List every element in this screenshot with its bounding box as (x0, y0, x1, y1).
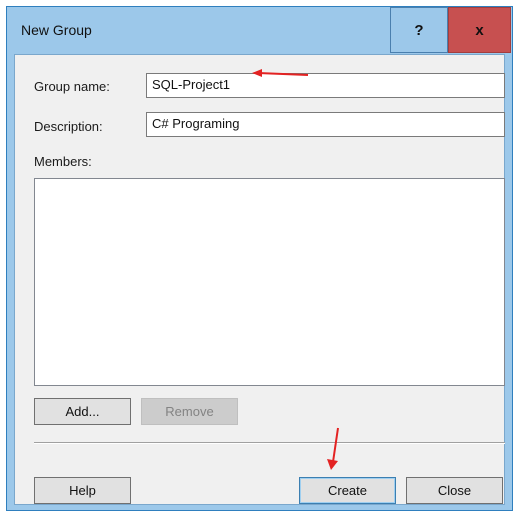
group-name-value: SQL-Project1 (152, 77, 231, 92)
close-icon: x (475, 21, 484, 39)
description-label: Description: (34, 119, 103, 134)
members-label: Members: (34, 154, 92, 169)
arrow-annotation-group-name (252, 69, 309, 77)
separator (34, 442, 505, 444)
help-title-button[interactable]: ? (390, 7, 448, 53)
description-field[interactable]: C# Programing (146, 112, 505, 137)
description-value: C# Programing (152, 116, 240, 131)
window-title: New Group (21, 22, 92, 38)
add-button[interactable]: Add... (34, 398, 131, 425)
help-button[interactable]: Help (34, 477, 131, 504)
dialog-body: Group name: SQL-Project1 Description: C#… (14, 54, 505, 505)
title-bar[interactable]: New Group ? x (7, 7, 512, 54)
create-button[interactable]: Create (299, 477, 396, 504)
arrow-annotation-create (327, 427, 339, 470)
close-title-button[interactable]: x (448, 7, 511, 53)
remove-button[interactable]: Remove (141, 398, 238, 425)
group-name-field[interactable]: SQL-Project1 (146, 73, 505, 98)
close-button[interactable]: Close (406, 477, 503, 504)
question-icon: ? (414, 21, 424, 39)
group-name-label: Group name: (34, 79, 110, 94)
members-list[interactable] (34, 178, 505, 386)
